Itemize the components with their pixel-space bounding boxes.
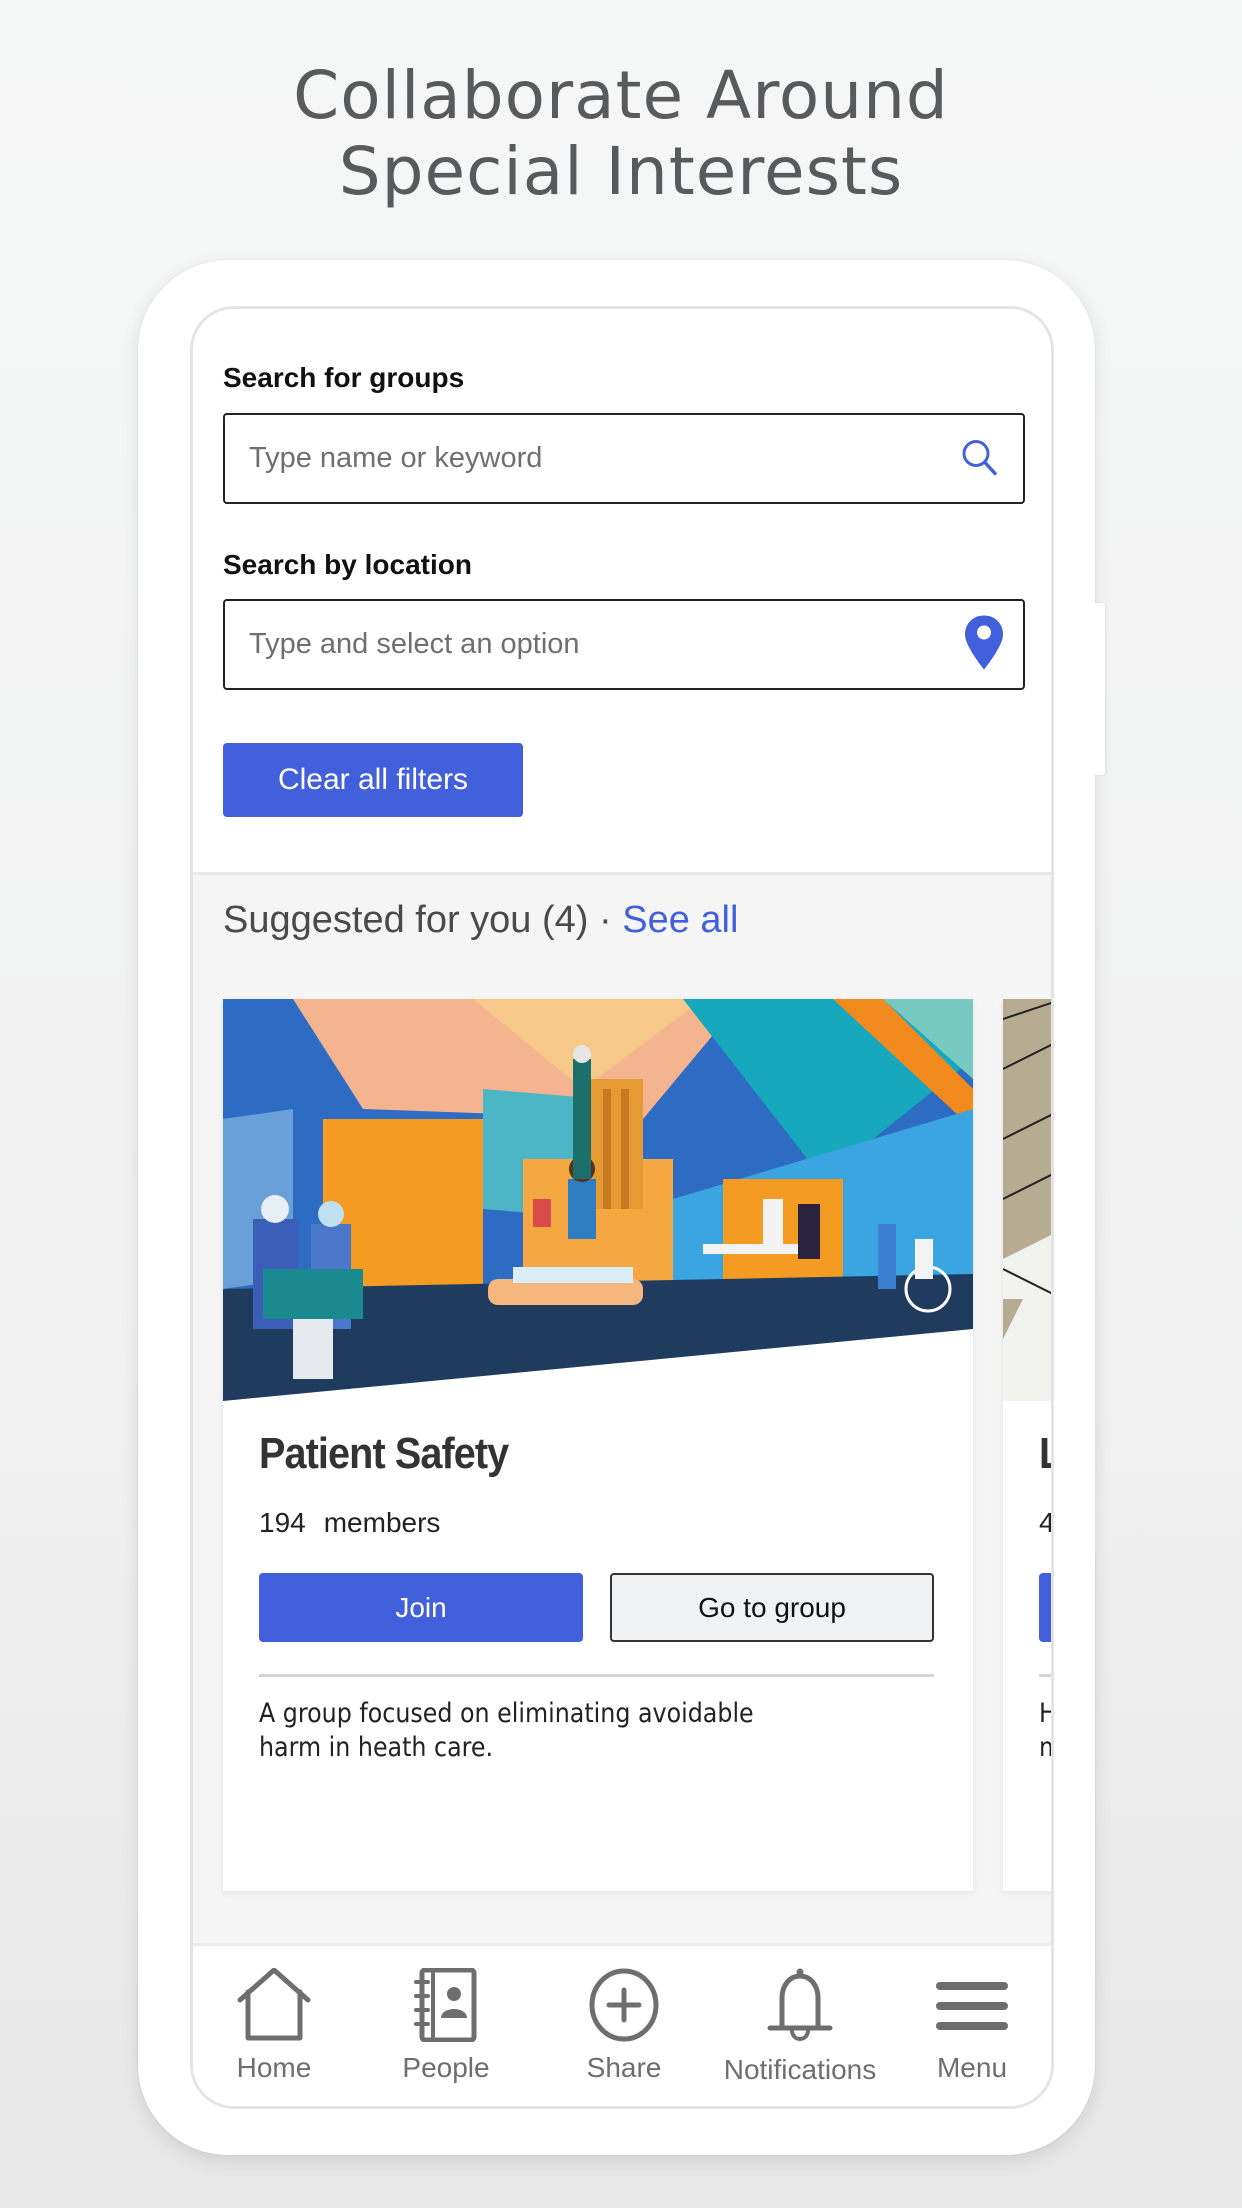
group-card[interactable]: L 4 H m bbox=[1003, 999, 1054, 1891]
bottom-tab-bar: Home People Share Notifications Menu bbox=[193, 1943, 1051, 2106]
member-count: 194 members bbox=[259, 1507, 440, 1539]
go-to-group-button[interactable]: Go to group bbox=[610, 1573, 934, 1642]
address-book-icon bbox=[414, 1968, 477, 2042]
tab-menu-label: Menu bbox=[936, 2052, 1008, 2083]
location-field[interactable] bbox=[223, 599, 1025, 690]
see-all-link[interactable]: See all bbox=[622, 899, 738, 941]
filters-panel: Search for groups Search by location Cle… bbox=[193, 309, 1051, 875]
location-label: Search by location bbox=[223, 549, 472, 580]
group-name[interactable]: Patient Safety bbox=[259, 1429, 509, 1479]
group-description: A group focused on eliminating avoidable… bbox=[259, 1698, 754, 1763]
group-search-input[interactable] bbox=[249, 415, 929, 502]
home-icon bbox=[237, 1968, 311, 2041]
tab-share[interactable]: Share bbox=[549, 1968, 699, 2098]
member-count-number: 4 bbox=[1039, 1507, 1054, 1538]
group-card[interactable]: Patient Safety 194 members Join Go to gro… bbox=[223, 999, 973, 1891]
tab-people-label: People bbox=[402, 2052, 490, 2083]
clear-filters-button[interactable]: Clear all filters bbox=[223, 743, 523, 817]
member-count: 4 bbox=[1039, 1507, 1054, 1539]
app-screen: Search for groups Search by location Cle… bbox=[190, 306, 1054, 2109]
tab-notifications[interactable]: Notifications bbox=[715, 1968, 885, 2098]
plus-circle-icon bbox=[589, 1968, 659, 2042]
join-button[interactable] bbox=[1039, 1573, 1051, 1642]
search-icon[interactable] bbox=[959, 436, 999, 481]
group-search-field[interactable] bbox=[223, 413, 1025, 504]
join-button[interactable]: Join bbox=[259, 1573, 583, 1642]
suggested-title: Suggested for you (4) bbox=[223, 899, 589, 941]
card-divider bbox=[1039, 1674, 1051, 1677]
hospital-illustration bbox=[223, 999, 973, 1401]
map-pin-icon[interactable] bbox=[963, 613, 1005, 676]
card-divider bbox=[259, 1674, 934, 1677]
tab-menu[interactable]: Menu bbox=[897, 1968, 1047, 2098]
architecture-photo bbox=[1003, 999, 1051, 1401]
tab-notifications-label: Notifications bbox=[723, 2054, 877, 2085]
group-name[interactable]: L bbox=[1039, 1429, 1051, 1479]
location-input[interactable] bbox=[249, 601, 929, 688]
group-description: H m bbox=[1039, 1697, 1051, 1765]
headline-line-2: Special Interests bbox=[338, 133, 904, 210]
separator: · bbox=[588, 899, 623, 941]
hamburger-icon bbox=[936, 1982, 1008, 2030]
marketing-headline: Collaborate Around Special Interests bbox=[0, 58, 1242, 210]
tab-home[interactable]: Home bbox=[199, 1968, 349, 2098]
member-count-label: members bbox=[323, 1507, 441, 1538]
tab-home-label: Home bbox=[236, 2052, 312, 2083]
tab-people[interactable]: People bbox=[371, 1968, 521, 2098]
suggested-header: Suggested for you (4) · See all bbox=[223, 899, 738, 942]
bell-icon bbox=[767, 1968, 833, 2041]
tab-share-label: Share bbox=[586, 2052, 662, 2083]
headline-line-1: Collaborate Around bbox=[293, 57, 949, 134]
phone-side-button bbox=[1095, 603, 1105, 775]
member-count-number: 194 bbox=[259, 1507, 306, 1538]
group-search-label: Search for groups bbox=[223, 362, 465, 393]
